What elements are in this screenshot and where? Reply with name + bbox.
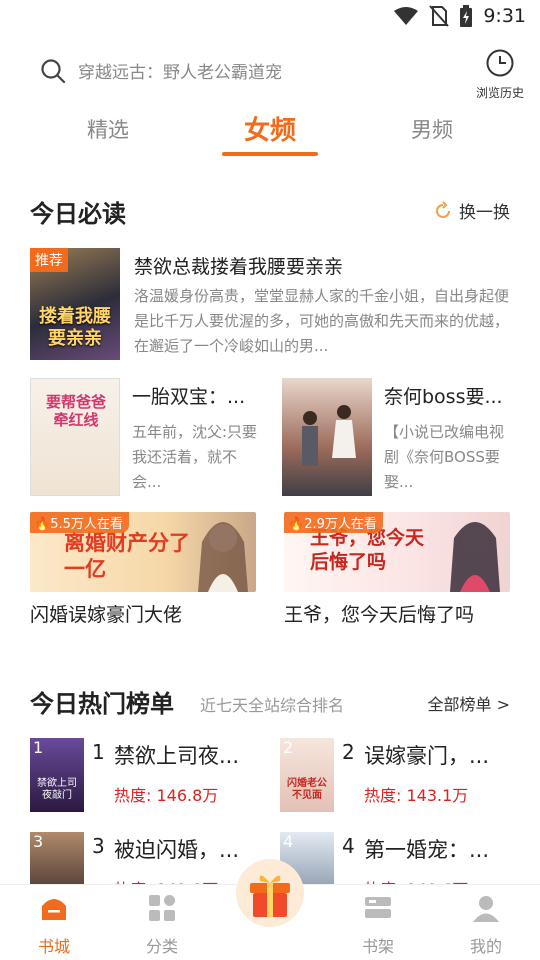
cover-title: 禁欲上司夜敲门 [37, 778, 77, 801]
section-title-hot: 今日热门榜单 [30, 690, 174, 718]
book-title: 一胎双宝：... [132, 386, 246, 408]
nav-bookstore[interactable]: 书城 [14, 893, 94, 957]
book-title: 误嫁豪门，... [364, 744, 490, 768]
book-cover: 搂着我腰要亲亲 推荐 [30, 248, 120, 360]
book-description: 洛温媛身份高贵，堂堂显赫人家的千金小姐，自出身起便是比千万人要优渥的多，可她的高… [134, 287, 510, 355]
rank-number: 4 [342, 834, 355, 858]
book-card[interactable]: 奈何boss要... 【小说已改编电视剧《奈何BOSS要娶... [282, 378, 510, 496]
search-input[interactable]: 穿越远古：野人老公霸道宠 [78, 58, 282, 83]
cover-title: 闪婚老公不见面 [287, 778, 327, 801]
nav-bookshelf[interactable]: 书架 [338, 893, 418, 957]
nav-label: 我的 [469, 937, 502, 956]
cover-rank-number: 2 [283, 738, 294, 757]
nav-label: 书城 [37, 937, 70, 956]
heat-value: 热度: 143.1万 [364, 786, 469, 805]
category-icon [149, 895, 175, 921]
book-title: 第一婚宠：... [364, 838, 490, 862]
gift-button[interactable] [236, 859, 304, 927]
banner-title: 离婚财产分了一亿 [64, 531, 190, 581]
book-card[interactable]: 要帮爸爸牵红线 一胎双宝：... 五年前，沈父:只要我还活着，就不会... [30, 378, 258, 496]
rank-item[interactable]: 2 闪婚老公不见面 2 误嫁豪门，... 热度: 143.1万 [280, 738, 510, 818]
cover-title: 要帮爸爸牵红线 [45, 393, 106, 429]
recommend-badge: 推荐 [30, 248, 68, 272]
cover-rank-number: 4 [283, 832, 294, 851]
fire-icon: 🔥 [34, 517, 51, 532]
book-title: 禁欲总裁搂着我腰要亲亲 [134, 256, 344, 278]
status-bar: 9:31 [0, 0, 540, 36]
rank-number: 3 [92, 834, 105, 858]
cover-rank-number: 3 [33, 832, 44, 851]
refresh-button[interactable]: 换一换 [433, 198, 510, 223]
banner-card[interactable]: 王爷，您今天后悔了吗 🔥2.9万人在看 [284, 512, 510, 592]
bookshelf-icon [365, 897, 391, 918]
viewer-count: 2.9万人在看 [304, 517, 377, 532]
all-rankings-link[interactable]: 全部榜单 > [428, 691, 511, 715]
wifi-icon [394, 7, 419, 25]
clock-icon [486, 49, 514, 77]
rank-number: 1 [92, 740, 105, 764]
cover-title: 搂着我腰要亲亲 [39, 306, 111, 349]
book-cover [282, 378, 372, 496]
rank-number: 2 [342, 740, 355, 764]
fire-icon: 🔥 [288, 517, 305, 532]
book-cover: 2 闪婚老公不见面 [280, 738, 334, 812]
top-tabs: 精选 女频 男频 [0, 104, 540, 158]
rank-item[interactable]: 1 禁欲上司夜敲门 1 禁欲上司夜... 热度: 146.8万 [30, 738, 260, 818]
featured-book[interactable]: 搂着我腰要亲亲 推荐 禁欲总裁搂着我腰要亲亲 洛温媛身份高贵，堂堂显赫人家的千金… [30, 248, 510, 360]
book-description: 【小说已改编电视剧《奈何BOSS要娶... [384, 423, 505, 491]
bookstore-icon [42, 899, 66, 920]
book-cover: 要帮爸爸牵红线 [30, 378, 120, 496]
viewer-count-badge: 🔥2.9万人在看 [284, 512, 383, 533]
status-time: 9:31 [483, 5, 526, 27]
cover-illustration [302, 405, 356, 466]
nav-label: 书架 [361, 937, 394, 956]
nav-category[interactable]: 分类 [122, 893, 202, 957]
book-description: 五年前，沈父:只要我还活着，就不会... [132, 423, 258, 491]
nav-profile[interactable]: 我的 [446, 893, 526, 957]
section-subtitle: 近七天全站综合排名 [200, 696, 345, 715]
cover-rank-number: 1 [33, 738, 44, 757]
profile-icon [473, 896, 499, 922]
gift-icon [250, 875, 290, 917]
banner-caption[interactable]: 闪婚误嫁豪门大佬 [30, 600, 182, 627]
tab-male[interactable]: 男频 [382, 114, 482, 144]
banner-card[interactable]: 离婚财产分了一亿 🔥5.5万人在看 [30, 512, 256, 592]
book-title: 奈何boss要... [384, 386, 503, 408]
heat-value: 热度: 146.8万 [114, 786, 219, 805]
nav-label: 分类 [145, 937, 178, 956]
viewer-count-badge: 🔥5.5万人在看 [30, 512, 129, 533]
battery-icon [460, 5, 473, 27]
banner-title: 王爷，您今天后悔了吗 [310, 527, 425, 573]
no-sim-icon [429, 5, 450, 27]
refresh-icon [436, 200, 450, 218]
viewer-count: 5.5万人在看 [50, 517, 123, 532]
history-button[interactable]: 浏览历史 [474, 48, 526, 101]
banner-illustration [450, 522, 500, 592]
banner-illustration [198, 522, 248, 592]
book-cover: 1 禁欲上司夜敲门 [30, 738, 84, 812]
active-tab-indicator [222, 152, 318, 156]
search-icon[interactable] [40, 58, 66, 84]
book-title: 禁欲上司夜... [114, 744, 240, 768]
history-label: 浏览历史 [475, 86, 524, 100]
section-title-today: 今日必读 [30, 200, 126, 228]
bottom-nav: 书城 分类 书架 我的 [0, 859, 540, 960]
banner-caption[interactable]: 王爷，您今天后悔了吗 [284, 600, 474, 627]
tab-featured[interactable]: 精选 [58, 114, 158, 144]
search-bar[interactable]: 穿越远古：野人老公霸道宠 浏览历史 [0, 44, 540, 101]
refresh-label: 换一换 [459, 203, 510, 223]
tab-female[interactable]: 女频 [220, 110, 320, 147]
